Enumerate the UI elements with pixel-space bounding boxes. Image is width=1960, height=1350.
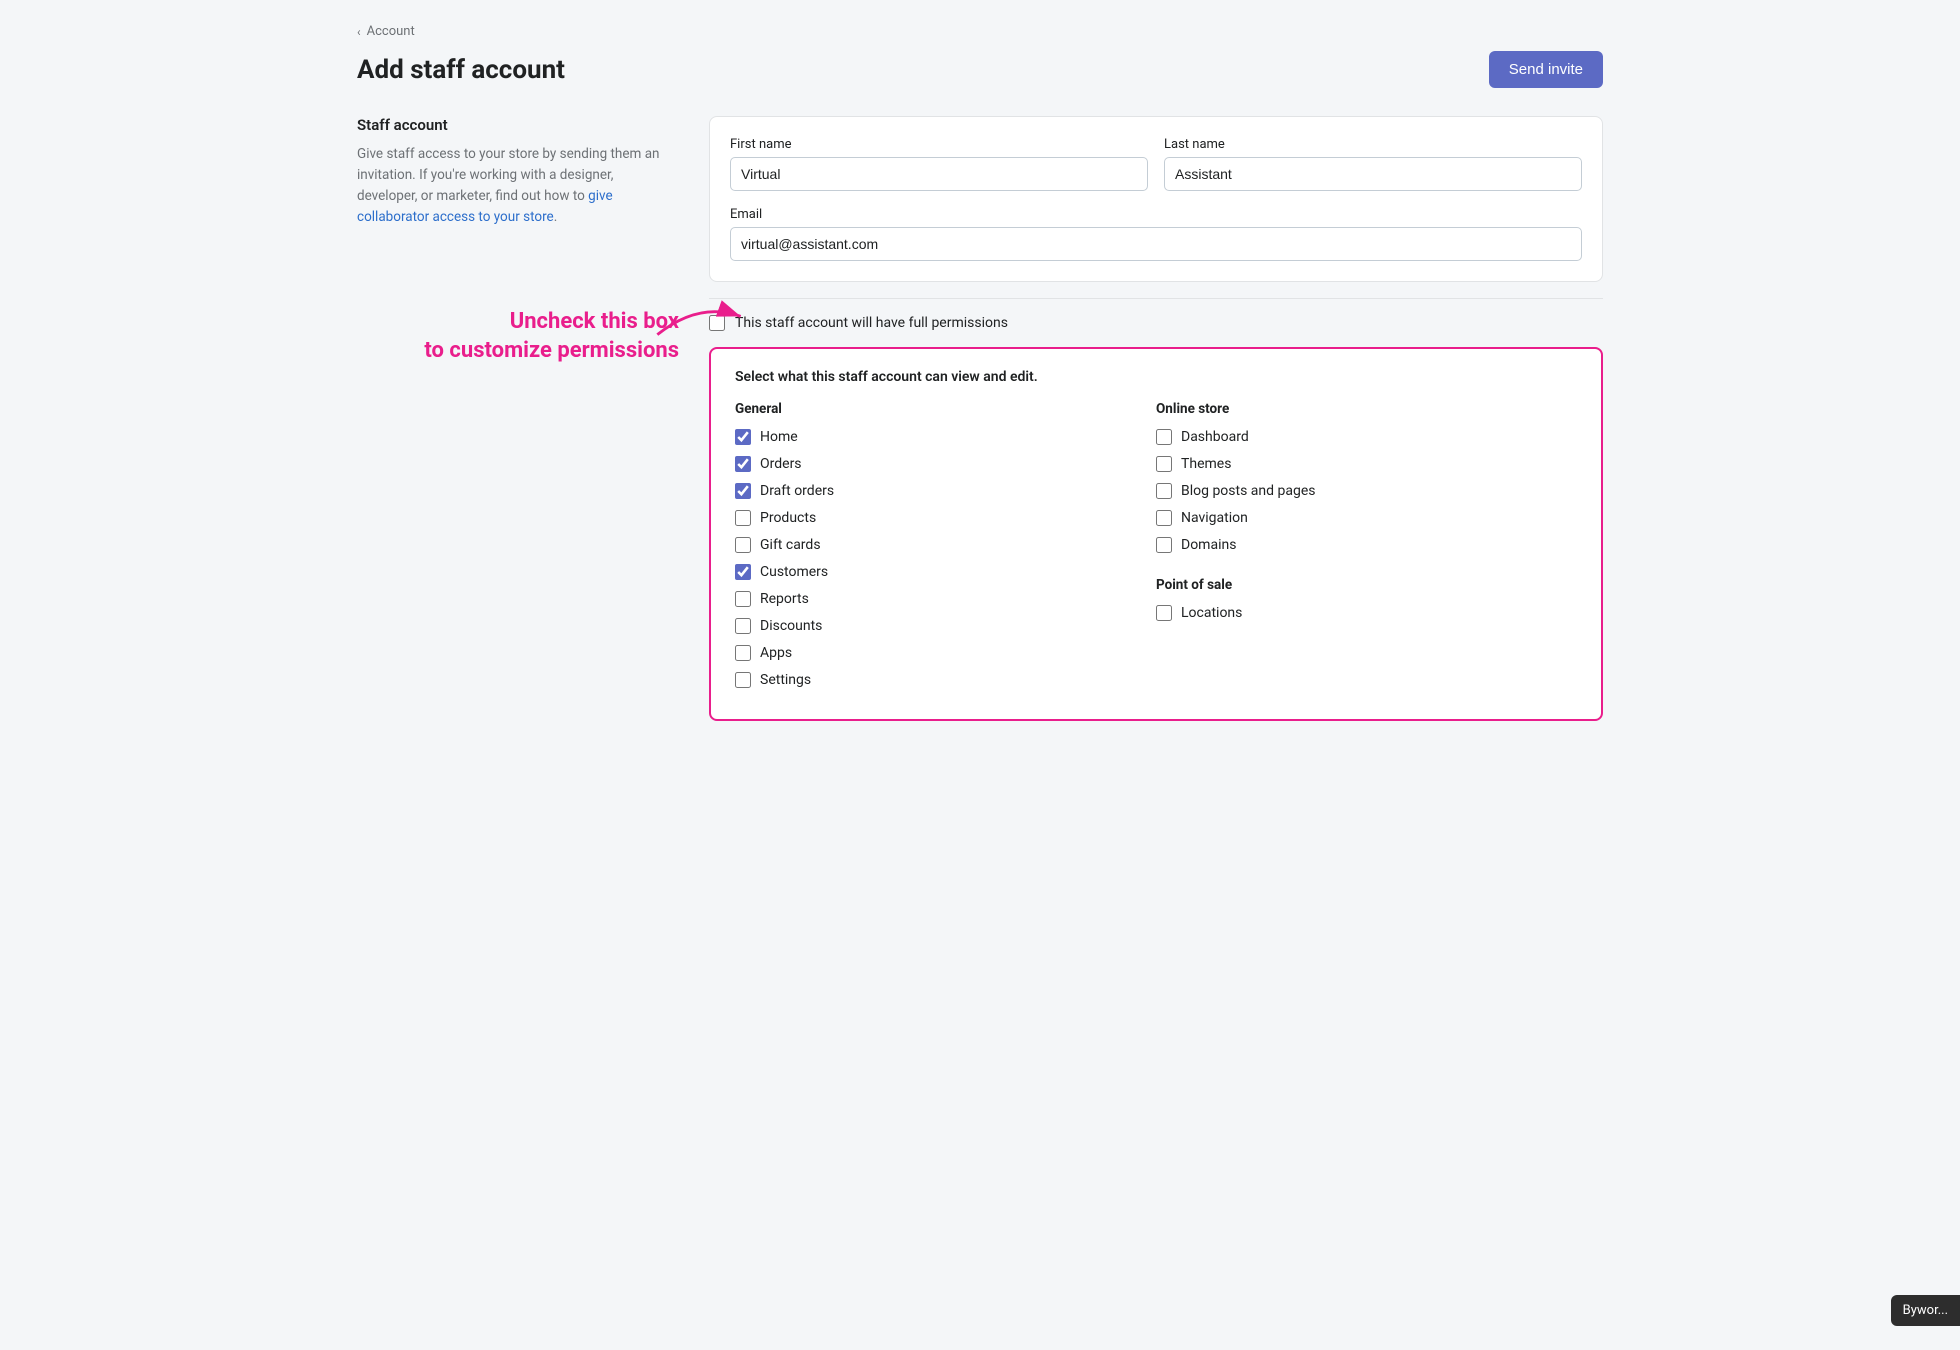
breadcrumb-label: Account [367, 24, 415, 39]
online-permission-checkbox-domains[interactable] [1156, 537, 1172, 553]
staff-info-card: First name Last name Email [709, 116, 1603, 282]
page-header: Add staff account Send invite [357, 51, 1603, 88]
full-permissions-label[interactable]: This staff account will have full permis… [735, 315, 1008, 331]
annotation-wrapper: Uncheck this boxto customize permissions… [709, 298, 1603, 347]
byword-tooltip: Bywor... [1891, 1295, 1960, 1326]
main-layout: Staff account Give staff access to your … [357, 116, 1603, 721]
general-permission-label[interactable]: Settings [760, 672, 811, 688]
full-permissions-row: This staff account will have full permis… [709, 298, 1603, 347]
last-name-label: Last name [1164, 137, 1582, 152]
permission-item: Discounts [735, 618, 1156, 634]
general-permission-label[interactable]: Home [760, 429, 798, 445]
permissions-box: Select what this staff account can view … [709, 347, 1603, 721]
sidebar: Staff account Give staff access to your … [357, 116, 677, 228]
general-permission-label[interactable]: Orders [760, 456, 802, 472]
permission-item: Orders [735, 456, 1156, 472]
online-permission-label[interactable]: Navigation [1181, 510, 1248, 526]
permission-item: Customers [735, 564, 1156, 580]
permission-item: Settings [735, 672, 1156, 688]
general-permission-label[interactable]: Gift cards [760, 537, 821, 553]
permission-item: Products [735, 510, 1156, 526]
pos-permission-label[interactable]: Locations [1181, 605, 1242, 621]
first-name-input[interactable] [730, 157, 1148, 191]
general-permission-checkbox-reports[interactable] [735, 591, 751, 607]
general-permission-checkbox-discounts[interactable] [735, 618, 751, 634]
content-area: First name Last name Email Unch [709, 116, 1603, 721]
permission-item: Apps [735, 645, 1156, 661]
pos-items-container: Locations [1156, 605, 1577, 621]
online-store-items-container: Dashboard Themes Blog posts and pages Navig… [1156, 429, 1577, 553]
online-permission-checkbox-dashboard[interactable] [1156, 429, 1172, 445]
last-name-input[interactable] [1164, 157, 1582, 191]
permissions-section: Uncheck this boxto customize permissions… [709, 298, 1603, 721]
permission-item: Navigation [1156, 510, 1577, 526]
general-permission-label[interactable]: Customers [760, 564, 828, 580]
first-name-label: First name [730, 137, 1148, 152]
general-permissions-col: General Home Orders Draft orders Products Gi… [735, 401, 1156, 699]
general-permission-label[interactable]: Apps [760, 645, 792, 661]
first-name-group: First name [730, 137, 1148, 191]
general-permission-label[interactable]: Draft orders [760, 483, 834, 499]
online-permission-label[interactable]: Domains [1181, 537, 1236, 553]
permission-item: Reports [735, 591, 1156, 607]
general-items-container: Home Orders Draft orders Products Gift cards… [735, 429, 1156, 688]
general-permission-checkbox-settings[interactable] [735, 672, 751, 688]
online-permission-label[interactable]: Themes [1181, 456, 1231, 472]
online-permission-label[interactable]: Dashboard [1181, 429, 1249, 445]
general-permission-label[interactable]: Discounts [760, 618, 822, 634]
permission-item: Dashboard [1156, 429, 1577, 445]
general-permission-checkbox-draft-orders[interactable] [735, 483, 751, 499]
general-permission-label[interactable]: Products [760, 510, 816, 526]
general-permission-checkbox-apps[interactable] [735, 645, 751, 661]
email-input[interactable] [730, 227, 1582, 261]
online-permission-checkbox-themes[interactable] [1156, 456, 1172, 472]
page-title: Add staff account [357, 55, 565, 85]
permission-item: Themes [1156, 456, 1577, 472]
email-label: Email [730, 207, 1582, 222]
online-store-col-title: Online store [1156, 401, 1577, 417]
sidebar-title: Staff account [357, 116, 677, 134]
general-permission-checkbox-customers[interactable] [735, 564, 751, 580]
annotation-text: Uncheck this boxto customize permissions [399, 308, 679, 365]
online-permission-checkbox-navigation[interactable] [1156, 510, 1172, 526]
online-permission-label[interactable]: Blog posts and pages [1181, 483, 1316, 499]
general-col-title: General [735, 401, 1156, 417]
permissions-box-title: Select what this staff account can view … [735, 369, 1577, 385]
general-permission-checkbox-home[interactable] [735, 429, 751, 445]
general-permission-label[interactable]: Reports [760, 591, 809, 607]
permission-item: Home [735, 429, 1156, 445]
online-permission-checkbox-blog-posts-and-pages[interactable] [1156, 483, 1172, 499]
email-group: Email [730, 207, 1582, 261]
permission-item: Blog posts and pages [1156, 483, 1577, 499]
permissions-columns: General Home Orders Draft orders Products Gi… [735, 401, 1577, 699]
sidebar-description: Give staff access to your store by sendi… [357, 144, 677, 228]
breadcrumb[interactable]: ‹ Account [357, 24, 1603, 39]
pos-permission-checkbox-locations[interactable] [1156, 605, 1172, 621]
point-of-sale-section: Point of sale Locations [1156, 577, 1577, 621]
online-store-permissions-col: Online store Dashboard Themes Blog posts a… [1156, 401, 1577, 699]
chevron-back-icon: ‹ [357, 25, 361, 39]
general-permission-checkbox-products[interactable] [735, 510, 751, 526]
name-row: First name Last name [730, 137, 1582, 191]
send-invite-button[interactable]: Send invite [1489, 51, 1603, 88]
permission-item: Draft orders [735, 483, 1156, 499]
general-permission-checkbox-gift-cards[interactable] [735, 537, 751, 553]
permission-item: Domains [1156, 537, 1577, 553]
last-name-group: Last name [1164, 137, 1582, 191]
full-permissions-checkbox[interactable] [709, 315, 725, 331]
permission-item: Gift cards [735, 537, 1156, 553]
point-of-sale-col-title: Point of sale [1156, 577, 1577, 593]
general-permission-checkbox-orders[interactable] [735, 456, 751, 472]
permission-item: Locations [1156, 605, 1577, 621]
